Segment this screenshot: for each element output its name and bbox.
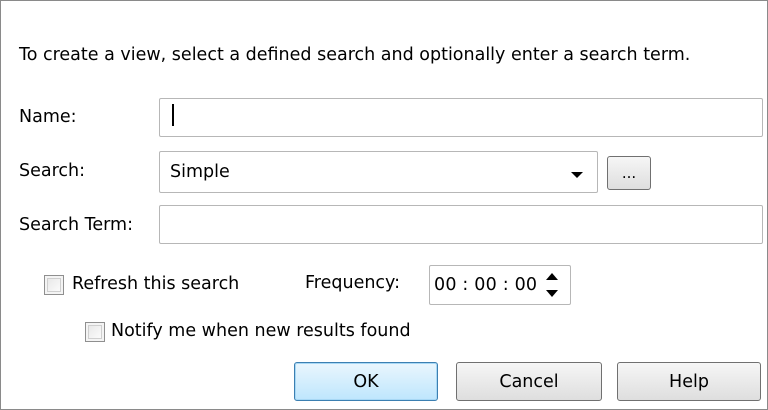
frequency-label: Frequency: — [305, 273, 401, 293]
ok-button[interactable]: OK — [294, 362, 438, 401]
spin-up-icon[interactable] — [546, 273, 558, 280]
frequency-spinner[interactable]: 00 : 00 : 00 — [429, 265, 571, 305]
name-label: Name: — [19, 107, 77, 127]
search-dropdown-value: Simple — [170, 162, 230, 182]
search-dropdown[interactable]: Simple — [159, 151, 598, 193]
search-term-label: Search Term: — [19, 215, 133, 235]
cancel-button[interactable]: Cancel — [456, 362, 602, 401]
refresh-label[interactable]: Refresh this search — [72, 274, 239, 294]
spin-buttons — [544, 271, 560, 299]
frequency-value[interactable]: 00 : 00 : 00 — [434, 275, 537, 295]
browse-search-button[interactable]: ... — [607, 156, 651, 190]
chevron-down-icon[interactable] — [571, 172, 583, 178]
search-label: Search: — [19, 161, 86, 181]
notify-label[interactable]: Notify me when new results found — [111, 321, 411, 341]
notify-checkbox[interactable] — [85, 322, 105, 342]
spin-down-icon[interactable] — [546, 290, 558, 297]
instructions-text: To create a view, select a defined searc… — [19, 45, 691, 65]
refresh-checkbox[interactable] — [44, 275, 64, 295]
name-input[interactable] — [159, 98, 763, 137]
help-button[interactable]: Help — [617, 362, 761, 401]
create-view-dialog: To create a view, select a defined searc… — [0, 0, 768, 410]
search-term-input[interactable] — [159, 205, 763, 244]
text-caret — [172, 104, 174, 126]
